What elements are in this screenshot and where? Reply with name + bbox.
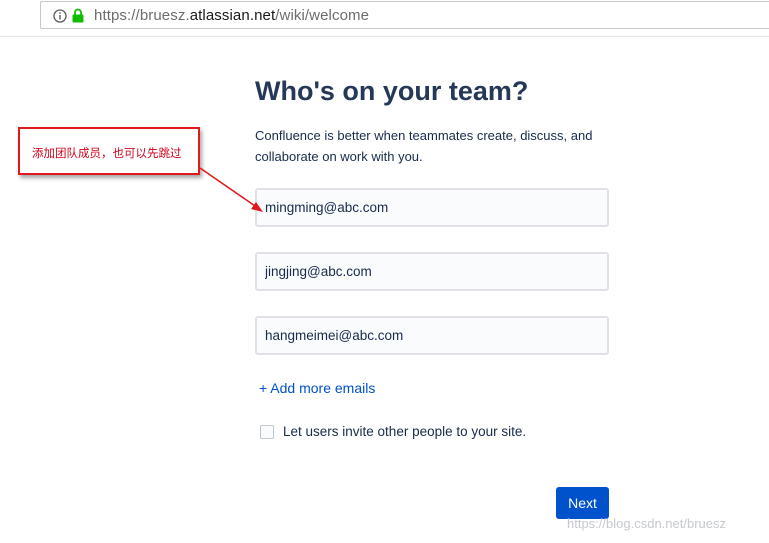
next-button[interactable]: Next [556, 487, 609, 519]
page-description: Confluence is better when teammates crea… [255, 128, 593, 164]
annotation-callout: 添加团队成员，也可以先跳过 [18, 127, 200, 175]
add-more-emails-link[interactable]: + Add more emails [259, 380, 375, 396]
email-input-1[interactable] [255, 188, 609, 227]
invite-checkbox[interactable] [260, 425, 274, 439]
url-path: /wiki/welcome [275, 7, 370, 24]
address-bar[interactable]: https://bruesz.atlassian.net/wiki/welcom… [40, 1, 769, 29]
email-input-3[interactable] [255, 316, 609, 355]
url-host: atlassian.net [189, 7, 276, 24]
invite-checkbox-label[interactable]: Let users invite other people to your si… [283, 424, 526, 439]
annotation-text: 添加团队成员，也可以先跳过 [32, 148, 182, 160]
page-title: Who's on your team? [255, 76, 529, 106]
url-prefix: https://bruesz. [94, 7, 190, 24]
email-input-2[interactable] [255, 252, 609, 291]
url-text[interactable]: https://bruesz.atlassian.net/wiki/welcom… [94, 7, 369, 24]
browser-toolbar: https://bruesz.atlassian.net/wiki/welcom… [0, 0, 769, 37]
lock-icon[interactable] [72, 8, 84, 23]
watermark: https://blog.csdn.net/bruesz [567, 516, 726, 531]
info-icon[interactable] [53, 9, 67, 23]
